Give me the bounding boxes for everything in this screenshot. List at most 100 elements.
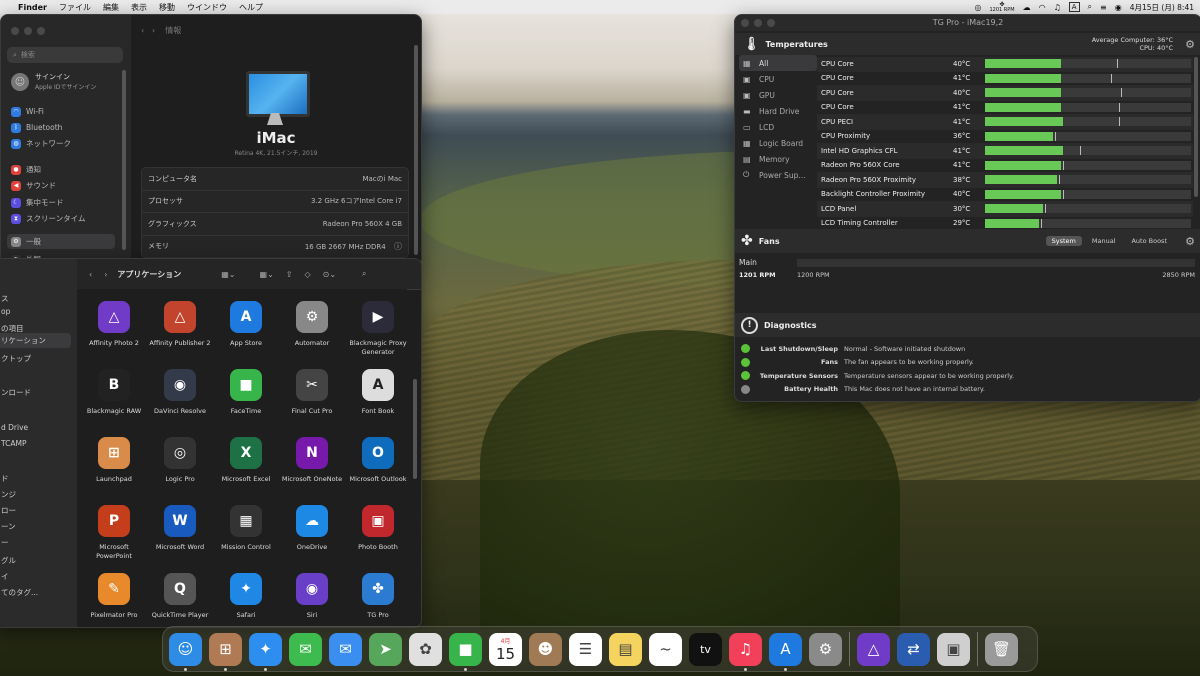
finder-sidebar-item[interactable]: ド (1, 473, 9, 484)
minimize-button[interactable] (24, 27, 32, 35)
finder-sidebar-item[interactable]: op (1, 307, 10, 316)
app-item[interactable]: B Blackmagic RAW (81, 369, 147, 416)
sensor-row[interactable]: Backlight Controller Proximity 40°C (817, 188, 1193, 202)
close-button[interactable] (741, 19, 749, 27)
app-item[interactable]: A Font Book (345, 369, 411, 416)
menu-file[interactable]: ファイル (59, 2, 91, 13)
app-item[interactable]: ✦ Safari (213, 573, 279, 620)
apple-tv-icon[interactable]: tv (689, 632, 722, 666)
forward-icon[interactable]: › (152, 26, 155, 35)
notes-icon[interactable]: ▤ (609, 632, 642, 666)
category-memory[interactable]: ▤ Memory (739, 151, 817, 167)
sensor-row[interactable]: CPU Core 41°C (817, 101, 1193, 115)
finder-sidebar-item[interactable]: d Drive (1, 423, 28, 432)
maps-icon[interactable]: ➤ (369, 632, 402, 666)
category-logic-board[interactable]: ▦ Logic Board (739, 135, 817, 151)
calendar-icon[interactable]: 4月 15 (489, 632, 522, 666)
sidebar-item-5[interactable]: ☾ 集中モード (7, 195, 115, 210)
gear-icon[interactable]: ⚙ (1185, 235, 1195, 248)
grid-view-icon[interactable]: ▦⌄ (221, 270, 235, 279)
finder-sidebar-item[interactable]: TCAMP (1, 439, 27, 448)
info-icon[interactable]: ⓘ (394, 242, 402, 251)
finder-icon[interactable]: ☺ (169, 632, 202, 671)
finder-sidebar-item[interactable]: てのタグ... (1, 587, 38, 598)
category-lcd[interactable]: ▭ LCD (739, 119, 817, 135)
app-item[interactable]: ◉ Siri (279, 573, 345, 620)
finder-sidebar-item[interactable]: ンロード (1, 387, 31, 398)
sidebar-item-2[interactable]: ◍ ネットワーク (7, 136, 115, 151)
app-item[interactable]: A App Store (213, 301, 279, 348)
search-icon[interactable]: ⌕ (1088, 2, 1092, 12)
app-item[interactable]: ◎ Logic Pro (147, 437, 213, 484)
finder-sidebar-item[interactable]: ス (1, 293, 9, 304)
sensor-row[interactable]: CPU Core 40°C (817, 86, 1193, 101)
app-item[interactable]: ⚙ Automator (279, 301, 345, 348)
category-gpu[interactable]: ▣ GPU (739, 87, 817, 103)
menu-window[interactable]: ウインドウ (187, 2, 227, 13)
sensor-row[interactable]: Radeon Pro 560X Proximity 38°C (817, 173, 1193, 188)
close-button[interactable] (11, 27, 19, 35)
app-item[interactable]: Q QuickTime Player (147, 573, 213, 620)
finder-sidebar-item[interactable]: グル (1, 555, 16, 566)
freeform-icon[interactable]: ~ (649, 632, 682, 666)
main-scrollbar[interactable] (414, 45, 418, 255)
sensor-row[interactable]: Intel HD Graphics CFL 41°C (817, 144, 1193, 159)
fan-mode-manual[interactable]: Manual (1086, 236, 1122, 246)
app-item[interactable]: ⊞ Launchpad (81, 437, 147, 484)
music-icon[interactable]: ♫ (729, 632, 762, 671)
sidebar-item-0[interactable]: ◠ Wi-Fi (7, 104, 115, 119)
zoom-button[interactable] (37, 27, 45, 35)
safari-icon[interactable]: ✦ (249, 632, 282, 671)
photos-icon[interactable]: ✿ (409, 632, 442, 666)
app-item[interactable]: ✤ TG Pro (345, 573, 411, 620)
category-cpu[interactable]: ▣ CPU (739, 71, 817, 87)
finder-sidebar-item[interactable]: イ (1, 571, 9, 582)
tag-icon[interactable]: ◇ (304, 270, 310, 279)
forward-icon[interactable]: › (104, 270, 107, 279)
launchpad-icon[interactable]: ⊞ (209, 632, 242, 671)
finder-sidebar-item[interactable]: リケーション (0, 333, 71, 348)
app-item[interactable]: ☁ OneDrive (279, 505, 345, 552)
menu-finder[interactable]: Finder (18, 3, 47, 12)
siri-icon[interactable]: ◉ (1115, 3, 1122, 12)
contacts-icon[interactable]: ☻ (529, 632, 562, 666)
finder-sidebar-item[interactable]: クトップ (1, 353, 31, 364)
app-item[interactable]: ▦ Mission Control (213, 505, 279, 552)
mail-icon[interactable]: ✉ (329, 632, 362, 666)
account-signin[interactable]: ☺ サインイン Apple IDでサインイン (11, 73, 96, 91)
share-icon[interactable]: ⇧ (286, 270, 293, 279)
sidebar-item-7[interactable]: ⚙ 一般 (7, 234, 115, 249)
sidebar-item-3[interactable]: ● 通知 (7, 162, 115, 177)
app-item[interactable]: W Microsoft Word (147, 505, 213, 552)
finder-sidebar-item[interactable]: ー (1, 537, 9, 548)
finder-sidebar-item[interactable]: ーン (1, 521, 16, 532)
menu-view[interactable]: 表示 (131, 2, 147, 13)
sidebar-item-6[interactable]: ⧗ スクリーンタイム (7, 211, 115, 226)
back-icon[interactable]: ‹ (89, 270, 92, 279)
cloud-icon[interactable]: ☁ (1023, 3, 1031, 12)
tgpro-menu-item[interactable]: ✤ 1201 RPM (989, 1, 1014, 13)
finder-scrollbar[interactable] (413, 379, 417, 479)
app-item[interactable]: △ Affinity Publisher 2 (147, 301, 213, 348)
trash-icon[interactable]: 🗑 (985, 632, 1018, 666)
menu-edit[interactable]: 編集 (103, 2, 119, 13)
app-item[interactable]: △ Affinity Photo 2 (81, 301, 147, 348)
menubar-datetime[interactable]: 4月15日 (月) 8:41 (1130, 2, 1194, 13)
app-item[interactable]: O Microsoft Outlook (345, 437, 411, 484)
system-settings-icon[interactable]: ⚙ (809, 632, 842, 666)
control-center-icon[interactable]: ≡ (1100, 3, 1107, 12)
category-hard-drive[interactable]: ▬ Hard Drive (739, 103, 817, 119)
messages-icon[interactable]: ✉ (289, 632, 322, 666)
finder-sidebar-item[interactable]: ンジ (1, 489, 16, 500)
gear-icon[interactable]: ⚙ (1185, 38, 1195, 51)
app-item[interactable]: ▣ Photo Booth (345, 505, 411, 552)
sensor-row[interactable]: CPU Core 41°C (817, 72, 1193, 86)
category-all[interactable]: ▦ All (739, 55, 817, 71)
sidebar-item-1[interactable]: ᛒ Bluetooth (7, 120, 115, 135)
group-icon[interactable]: ▦⌄ (260, 270, 274, 279)
settings-search-field[interactable]: ⌕ 検索 (7, 47, 123, 63)
category-power-sup-[interactable]: ⏻ Power Sup... (739, 167, 817, 183)
sensor-row[interactable]: CPU PECI 41°C (817, 115, 1193, 130)
sidebar-item-4[interactable]: ◀ サウンド (7, 178, 115, 193)
facetime-icon[interactable]: ■ (449, 632, 482, 671)
